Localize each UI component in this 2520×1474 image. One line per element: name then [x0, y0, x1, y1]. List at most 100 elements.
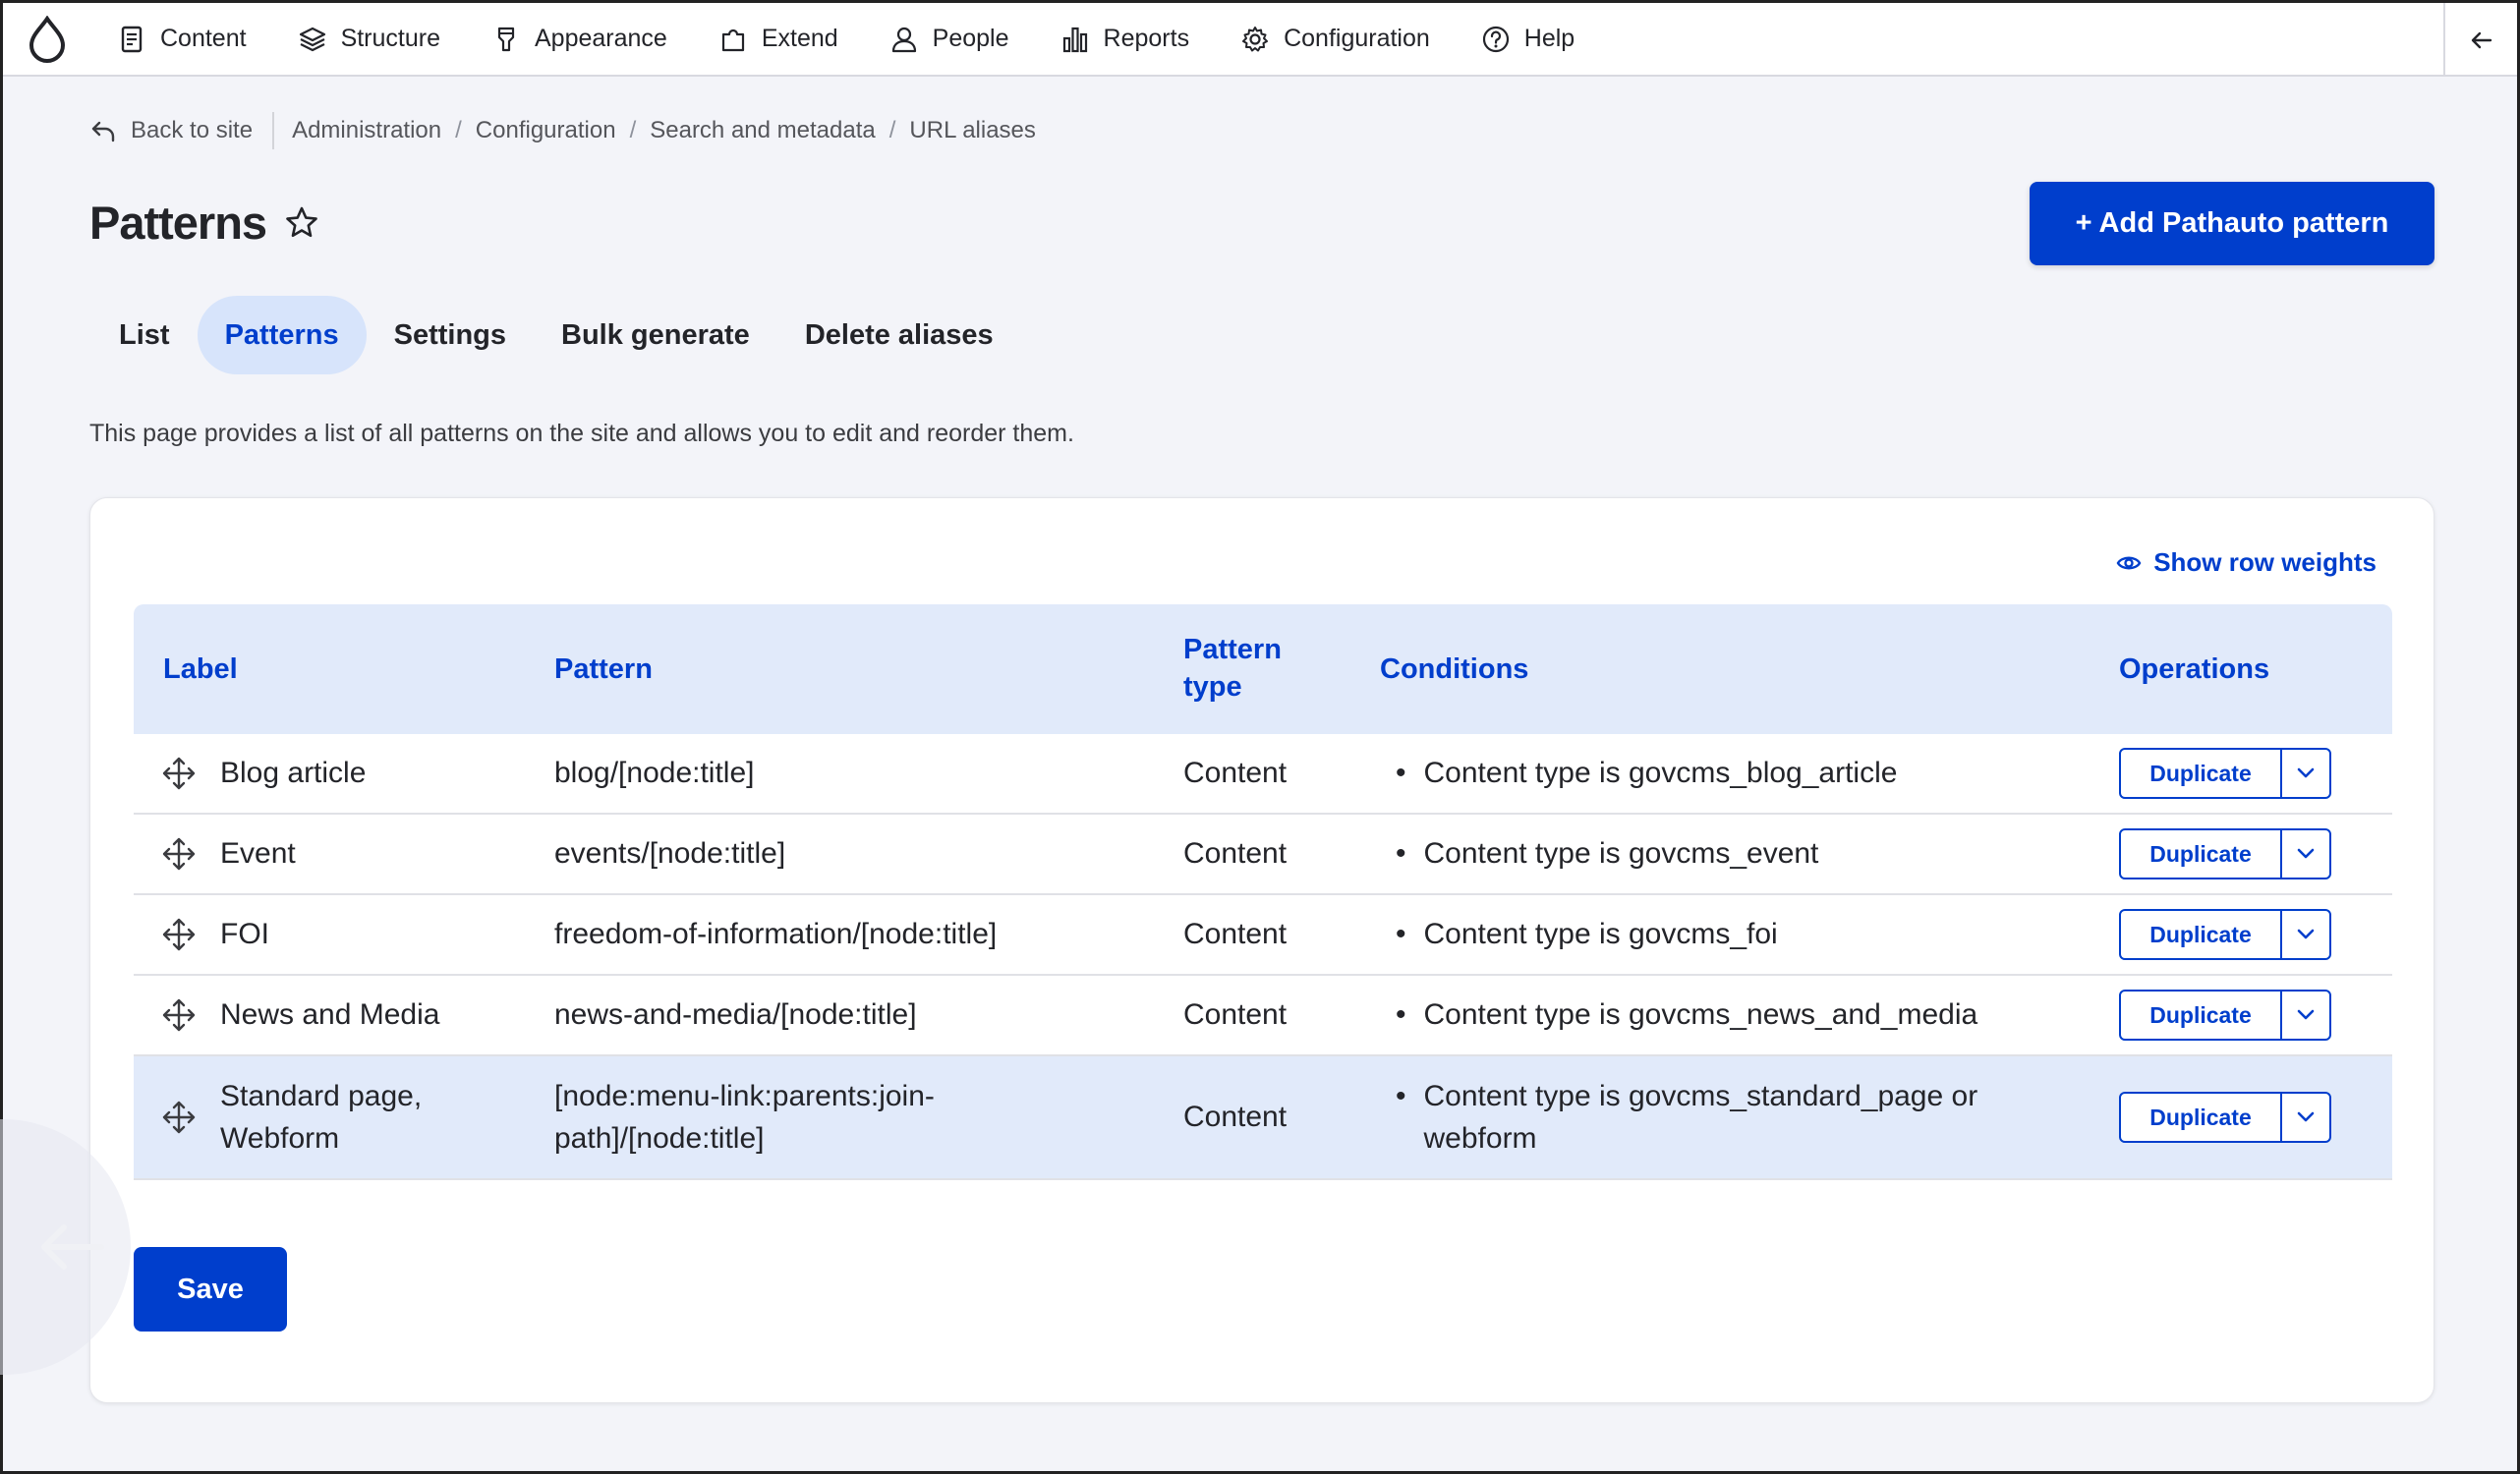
table-header: Label Pattern Pattern type Conditions Op… [134, 604, 2392, 734]
toolbar-item-configuration[interactable]: Configuration [1215, 2, 1456, 76]
breadcrumb-separator: / [629, 117, 637, 143]
row-pattern: news-and-media/[node:title] [554, 998, 917, 1031]
header-pattern-type-line2: type [1183, 671, 1242, 703]
add-pathauto-pattern-button[interactable]: + Add Pathauto pattern [2030, 182, 2434, 265]
header-conditions[interactable]: Conditions [1380, 653, 2119, 686]
header-label[interactable]: Label [134, 653, 554, 686]
chevron-down-icon [2297, 929, 2315, 939]
duplicate-button[interactable]: Duplicate [2121, 750, 2282, 797]
operations-toggle-button[interactable] [2282, 830, 2329, 878]
breadcrumb-link-search-and-metadata[interactable]: Search and metadata [650, 117, 876, 144]
toolbar-item-label: Content [160, 25, 247, 52]
bullet: • [1396, 998, 1406, 1032]
page-description: This page provides a list of all pattern… [89, 420, 1074, 447]
row-pattern: blog/[node:title] [554, 757, 755, 789]
row-condition-text: Content type is govcms_event [1423, 837, 1819, 871]
table-row: Standard page, Webform [node:menu-link:p… [134, 1056, 2392, 1180]
tab-settings[interactable]: Settings [367, 296, 534, 374]
header-pattern-type[interactable]: Pattern type [1183, 632, 1380, 706]
page-title-text: Patterns [89, 197, 267, 249]
row-condition-line2: webform [1423, 1122, 1537, 1155]
toolbar-item-appearance[interactable]: Appearance [466, 2, 693, 76]
arrow-left-icon [41, 1224, 104, 1270]
tab-delete-aliases[interactable]: Delete aliases [777, 296, 1021, 374]
toolbar-item-extend[interactable]: Extend [693, 2, 864, 76]
person-icon [891, 27, 916, 52]
toolbar-item-reports[interactable]: Reports [1035, 2, 1216, 76]
page-title: Patterns [89, 196, 319, 250]
breadcrumb-link-configuration[interactable]: Configuration [476, 117, 616, 144]
collapse-toolbar-button[interactable] [2443, 3, 2517, 77]
toolbar-item-label: Extend [761, 25, 838, 52]
row-pattern-type: Content [1183, 837, 1288, 870]
operations-toggle-button[interactable] [2282, 1094, 2329, 1141]
chevron-down-icon [2297, 848, 2315, 859]
header-pattern-type-line1: Pattern [1183, 634, 1282, 666]
operations-dropbutton: Duplicate [2119, 748, 2331, 799]
back-arrow-icon [91, 121, 115, 142]
operations-toggle-button[interactable] [2282, 911, 2329, 958]
row-condition-text: Content type is govcms_standard_page or … [1424, 1075, 1978, 1161]
row-label: Blog article [220, 757, 367, 789]
row-label-line2: Webform [220, 1122, 340, 1155]
header-pattern[interactable]: Pattern [554, 653, 1183, 686]
row-pattern: [node:menu-link:parents:join- path]/[nod… [554, 1075, 1183, 1161]
row-label: FOI [220, 918, 269, 950]
row-operations: Duplicate [2119, 748, 2392, 799]
row-condition-text: Content type is govcms_foi [1423, 918, 1778, 951]
operations-dropbutton: Duplicate [2119, 990, 2331, 1041]
row-pattern-type: Content [1183, 918, 1288, 950]
duplicate-button[interactable]: Duplicate [2121, 830, 2282, 878]
row-operations: Duplicate [2119, 909, 2392, 960]
drupal-logo-icon[interactable] [3, 2, 91, 76]
row-conditions: • Content type is govcms_blog_article [1380, 752, 2119, 795]
drag-handle-icon[interactable] [161, 1100, 197, 1135]
row-condition-text: Content type is govcms_blog_article [1423, 757, 1898, 790]
chevron-down-icon [2297, 1111, 2315, 1122]
header-operations: Operations [2119, 652, 2270, 685]
table-row: Event events/[node:title] Content • Cont… [134, 815, 2392, 895]
row-conditions: • Content type is govcms_standard_page o… [1380, 1075, 2119, 1161]
table-row: Blog article blog/[node:title] Content •… [134, 734, 2392, 815]
layers-icon [299, 27, 325, 51]
star-icon[interactable] [284, 205, 319, 241]
drag-handle-icon[interactable] [161, 997, 197, 1033]
drag-handle-icon[interactable] [161, 917, 197, 952]
row-condition-line1: Content type is govcms_standard_page or [1423, 1079, 1978, 1112]
toolbar-item-help[interactable]: Help [1456, 2, 1600, 76]
tab-list[interactable]: List [91, 296, 198, 374]
row-operations: Duplicate [2119, 1092, 2392, 1143]
row-pattern-line2: path]/[node:title] [554, 1122, 765, 1155]
arrow-left-icon [2471, 31, 2491, 48]
breadcrumb-link-administration[interactable]: Administration [292, 117, 441, 144]
save-button[interactable]: Save [134, 1247, 287, 1332]
duplicate-button[interactable]: Duplicate [2121, 992, 2282, 1039]
operations-dropbutton: Duplicate [2119, 909, 2331, 960]
toolbar-item-content[interactable]: Content [91, 2, 272, 76]
toolbar-item-structure[interactable]: Structure [272, 2, 466, 76]
duplicate-button[interactable]: Duplicate [2121, 911, 2282, 958]
row-pattern-line1: [node:menu-link:parents:join- [554, 1079, 935, 1112]
back-to-site-link[interactable]: Back to site [89, 112, 275, 149]
breadcrumb-separator: / [888, 117, 896, 143]
row-label-line1: Standard page, [220, 1079, 423, 1112]
toolbar-item-people[interactable]: People [864, 2, 1035, 76]
bullet: • [1396, 918, 1406, 951]
operations-toggle-button[interactable] [2282, 992, 2329, 1039]
help-icon [1482, 26, 1509, 52]
tab-patterns[interactable]: Patterns [197, 296, 367, 374]
row-pattern-type: Content [1183, 1101, 1288, 1133]
duplicate-button[interactable]: Duplicate [2121, 1094, 2282, 1141]
tab-bulk-generate[interactable]: Bulk generate [534, 296, 777, 374]
bullet: • [1396, 757, 1406, 790]
admin-toolbar: Content Structure Appearance Extend Peop… [3, 3, 2517, 77]
drag-handle-icon[interactable] [161, 836, 197, 872]
breadcrumb: Back to site Administration / Configurat… [89, 111, 1036, 150]
show-row-weights-button[interactable]: Show row weights [2116, 547, 2377, 578]
drag-handle-icon[interactable] [161, 756, 197, 791]
puzzle-icon [721, 28, 744, 51]
breadcrumb-link-url-aliases[interactable]: URL aliases [909, 117, 1036, 144]
operations-toggle-button[interactable] [2282, 750, 2329, 797]
bar-chart-icon [1062, 27, 1087, 52]
toolbar-item-label: Reports [1103, 25, 1190, 52]
